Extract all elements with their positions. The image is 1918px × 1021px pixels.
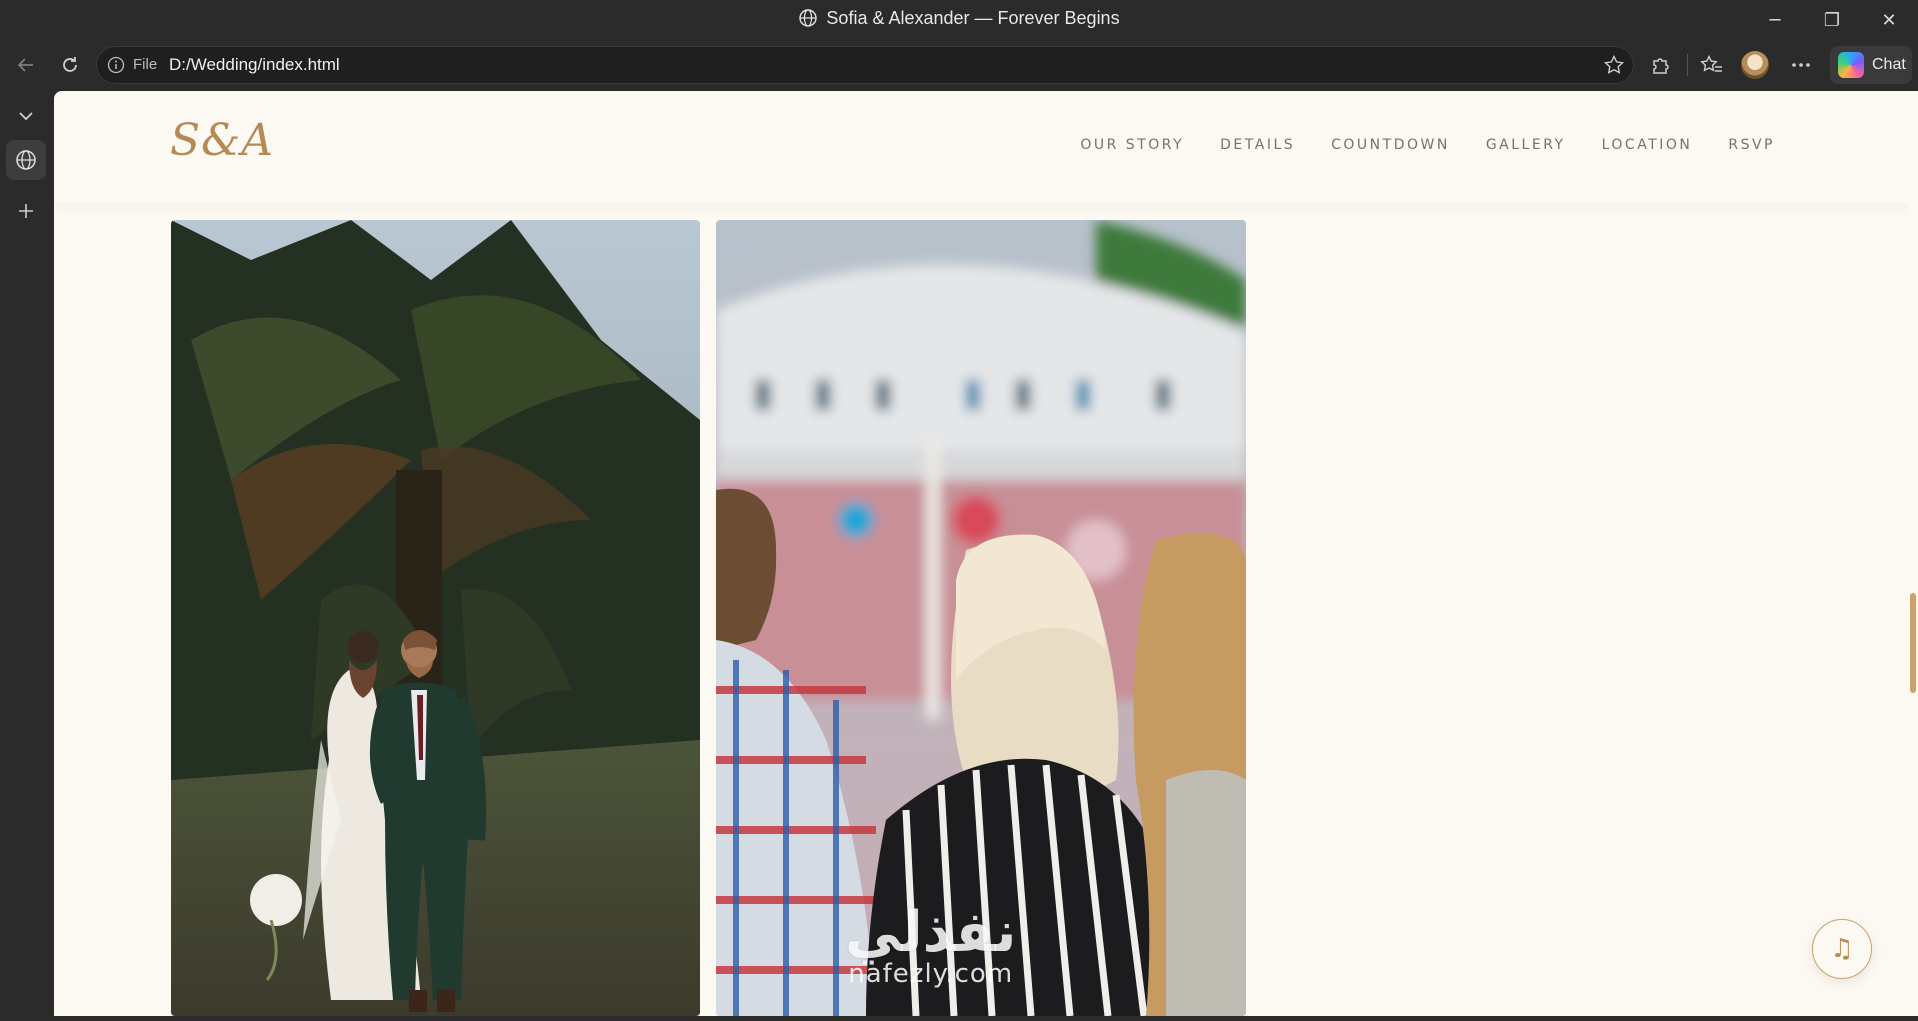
- puzzle-icon: [1653, 58, 1669, 74]
- vertical-tabs: [0, 90, 54, 1021]
- favorite-star-icon[interactable]: [1603, 54, 1625, 76]
- back-button[interactable]: [8, 48, 44, 82]
- main-nav: OUR STORY DETAILS COUNTDOWN GALLERY LOCA…: [1080, 137, 1775, 153]
- reload-icon: [63, 57, 77, 72]
- nav-details[interactable]: DETAILS: [1220, 137, 1295, 153]
- couple-photo: [171, 220, 700, 1016]
- new-tab-button[interactable]: [6, 191, 46, 231]
- page-viewport: S&A OUR STORY DETAILS COUNTDOWN GALLERY …: [54, 91, 1916, 1016]
- watermark-latin: nafezly.com: [848, 959, 1014, 989]
- watermark-arabic: نفذلي: [845, 900, 1017, 965]
- gallery-photo-guests[interactable]: [716, 220, 1246, 1016]
- site-header: S&A OUR STORY DETAILS COUNTDOWN GALLERY …: [54, 91, 1916, 203]
- address-bar[interactable]: File D:/Wedding/index.html: [96, 46, 1634, 84]
- globe-icon: [799, 9, 818, 27]
- music-note-icon: ♫: [1830, 934, 1854, 964]
- tab-wedding-site[interactable]: [6, 140, 46, 180]
- favorites-icon: [1700, 54, 1722, 72]
- address-url[interactable]: D:/Wedding/index.html: [169, 55, 340, 75]
- plus-icon: [19, 204, 33, 218]
- close-button[interactable]: ✕: [1860, 0, 1918, 40]
- back-arrow-icon: [17, 58, 33, 72]
- nav-our-story[interactable]: OUR STORY: [1080, 137, 1184, 153]
- tab-actions-button[interactable]: [6, 96, 46, 136]
- maximize-button[interactable]: ❐: [1803, 0, 1861, 40]
- minimize-button[interactable]: ─: [1746, 0, 1804, 40]
- extensions-button[interactable]: [1643, 48, 1679, 82]
- nav-gallery[interactable]: GALLERY: [1486, 137, 1566, 153]
- site-logo[interactable]: S&A: [170, 115, 274, 166]
- more-dots-icon: [1792, 63, 1810, 67]
- window-title: Sofia & Alexander — Forever Begins: [0, 8, 1918, 29]
- address-scheme-label: File: [133, 56, 158, 73]
- info-icon[interactable]: [107, 56, 125, 74]
- gallery-photo-couple[interactable]: [171, 220, 700, 1016]
- globe-icon: [16, 150, 36, 170]
- profile-avatar[interactable]: [1741, 51, 1769, 79]
- guests-photo: [716, 220, 1246, 1016]
- copilot-icon: [1838, 52, 1864, 78]
- toolbar-divider: [1687, 54, 1688, 76]
- music-toggle-button[interactable]: ♫: [1812, 919, 1872, 979]
- reload-button[interactable]: [52, 48, 88, 82]
- window-title-text: Sofia & Alexander — Forever Begins: [826, 8, 1120, 28]
- page-scrollbar[interactable]: [1908, 91, 1918, 1016]
- nav-countdown[interactable]: COUNTDOWN: [1331, 137, 1450, 153]
- copilot-chat-button[interactable]: Chat: [1830, 46, 1912, 84]
- scrollbar-thumb[interactable]: [1910, 593, 1916, 693]
- nav-location[interactable]: LOCATION: [1602, 137, 1693, 153]
- title-bar: Sofia & Alexander — Forever Begins ─ ❐ ✕: [0, 0, 1918, 40]
- chat-label: Chat: [1872, 56, 1906, 73]
- watermark: نفذلي nafezly.com: [845, 900, 1016, 989]
- more-menu-button[interactable]: [1783, 48, 1819, 82]
- favorites-button[interactable]: [1694, 48, 1730, 82]
- nav-rsvp[interactable]: RSVP: [1728, 137, 1775, 153]
- chevron-down-icon: [19, 112, 33, 121]
